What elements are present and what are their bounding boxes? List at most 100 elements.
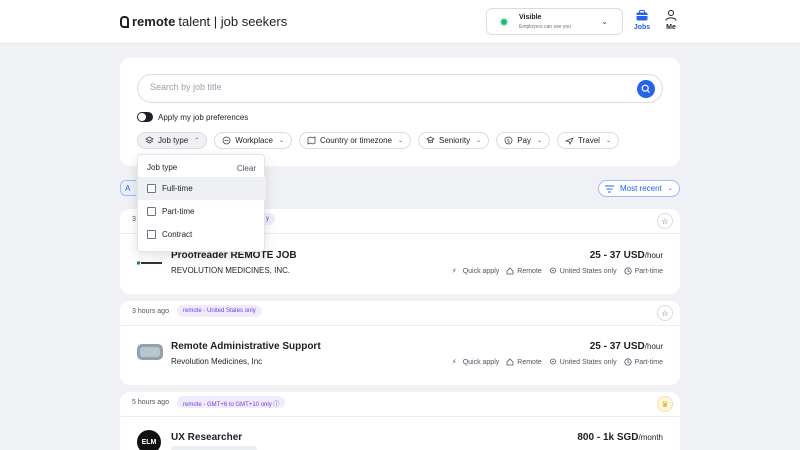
clock-icon [623,267,632,275]
meta-text: Part-time [634,358,663,366]
meta-quick-apply: ⚡︎ Quick apply [452,267,500,276]
clock-icon [623,358,632,366]
badge-icon [426,136,435,143]
option-contract[interactable]: Contract [138,223,266,246]
company-logo-text: ELM [141,438,157,446]
job-age: 3 hours ago [132,308,169,315]
option-full-time[interactable]: Full-time [138,177,266,200]
job-salary: 25 - 37 USD/hour [590,250,663,261]
checkbox[interactable] [147,207,156,216]
company-logo [137,261,163,266]
option-part-time[interactable]: Part-time [138,200,266,223]
lightning-icon: ⚡︎ [451,359,457,366]
tag-text: remote - GMT+6 to GMT+10 only [183,402,272,408]
filter-travel[interactable]: Travel ⌄ [557,132,619,149]
search-button[interactable] [637,80,655,98]
chevron-up-icon: ⌃ [194,138,200,144]
meta-workplace: Remote [506,358,542,366]
nav-jobs[interactable]: Jobs [627,10,657,31]
option-label: Contract [162,230,193,239]
filter-workplace[interactable]: Workplace ⌄ [214,132,292,149]
job-title[interactable]: UX Researcher [171,432,242,443]
option-label: Part-time [162,207,195,216]
meta-text: Remote [517,267,542,275]
filter-label: Seniority [439,136,471,145]
sort-dropdown[interactable]: Most recent ⌄ [598,180,680,197]
job-salary: 25 - 37 USD/hour [590,341,663,352]
meta-text: Quick apply [462,358,500,366]
plane-icon [565,137,574,145]
save-job-button[interactable]: ☆ [657,213,673,229]
job-card[interactable]: 5 hours ago remote - GMT+6 to GMT+10 onl… [120,392,680,450]
svg-text:$: $ [507,139,510,145]
job-meta: ⚡︎ Quick apply Remote United States only … [452,358,663,366]
job-card-header: 3 hours ago remote - United States only … [120,301,680,326]
meta-job-type: Part-time [623,267,663,275]
visibility-title: Visible [519,14,542,21]
filter-pay[interactable]: $ Pay ⌄ [496,132,551,149]
checkbox[interactable] [147,230,156,239]
company-placeholder [171,446,257,450]
filter-label: Workplace [235,136,273,145]
map-icon [307,136,316,145]
company-logo: ELM [137,430,161,450]
filter-label: Pay [517,136,531,145]
filter-chips: Job type ⌃ Workplace ⌄ Country or timezo… [137,132,619,149]
meta-text: Quick apply [462,267,500,275]
salary-range: 25 - 37 USD [589,341,645,352]
visibility-dropdown[interactable]: Visible Employers can see you ⌄ [486,8,623,35]
meta-text: Remote [517,358,542,366]
job-location-tag: remote - GMT+6 to GMT+10 only ⓘ [177,396,286,408]
search-input[interactable] [150,82,630,92]
app-logo[interactable]: remote talent | job seekers [120,14,287,29]
checkbox[interactable] [147,184,156,193]
job-title[interactable]: Remote Administrative Support [171,341,321,352]
job-salary: 800 - 1k SGD/month [577,432,663,443]
salary-range: 25 - 37 USD [589,250,645,261]
crown-icon: ♛ [661,399,669,409]
home-icon [506,358,514,366]
nav-me[interactable]: Me [656,10,686,31]
job-meta: ⚡︎ Quick apply Remote United States only … [452,267,663,275]
job-company: Revolution Medicines, Inc [171,357,263,366]
nav-me-label: Me [666,24,676,31]
chevron-down-icon: ⌄ [667,186,673,192]
salary-unit: /hour [644,251,663,260]
premium-badge[interactable]: ♛ [657,396,673,412]
company-logo [137,344,163,360]
results-tab[interactable]: A [120,180,136,196]
dropdown-title: Job type [147,163,178,172]
filter-job-type[interactable]: Job type ⌃ [137,132,208,149]
filter-label: Travel [578,136,600,145]
apply-preferences-label: Apply my job preferences [158,112,249,122]
logo-mark-icon [120,15,129,28]
briefcase-icon [636,10,648,21]
user-icon [665,10,677,21]
meta-job-type: Part-time [623,358,663,366]
meta-quick-apply: ⚡︎ Quick apply [451,358,500,367]
meta-text: United States only [559,267,617,275]
clear-button[interactable]: Clear [237,164,256,173]
chevron-down-icon: ⌄ [398,138,404,144]
results-tab-label: A [125,184,131,193]
logo-brand-text: remote [132,14,176,29]
visibility-subtitle: Employers can see you [519,24,571,30]
star-icon: ☆ [661,308,669,318]
meta-text: United States only [559,358,617,366]
apply-preferences-toggle[interactable] [137,112,153,122]
star-icon: ☆ [661,216,669,226]
option-label: Full-time [162,184,193,193]
search-bar [137,74,663,103]
chevron-down-icon: ⌄ [536,138,543,144]
job-age: 3 [132,216,136,223]
job-card-header: 5 hours ago remote - GMT+6 to GMT+10 onl… [120,392,680,417]
info-icon: ⓘ [273,402,280,408]
filter-seniority[interactable]: Seniority ⌄ [418,132,490,149]
filter-country-timezone[interactable]: Country or timezone ⌄ [298,132,412,149]
salary-unit: /month [638,433,663,442]
location-pin-icon [549,358,556,365]
job-card[interactable]: 3 hours ago remote - United States only … [120,301,680,385]
apply-preferences-row[interactable]: Apply my job preferences [137,112,248,122]
save-job-button[interactable]: ☆ [657,305,673,321]
job-location-tag: remote - United States only [177,305,262,317]
